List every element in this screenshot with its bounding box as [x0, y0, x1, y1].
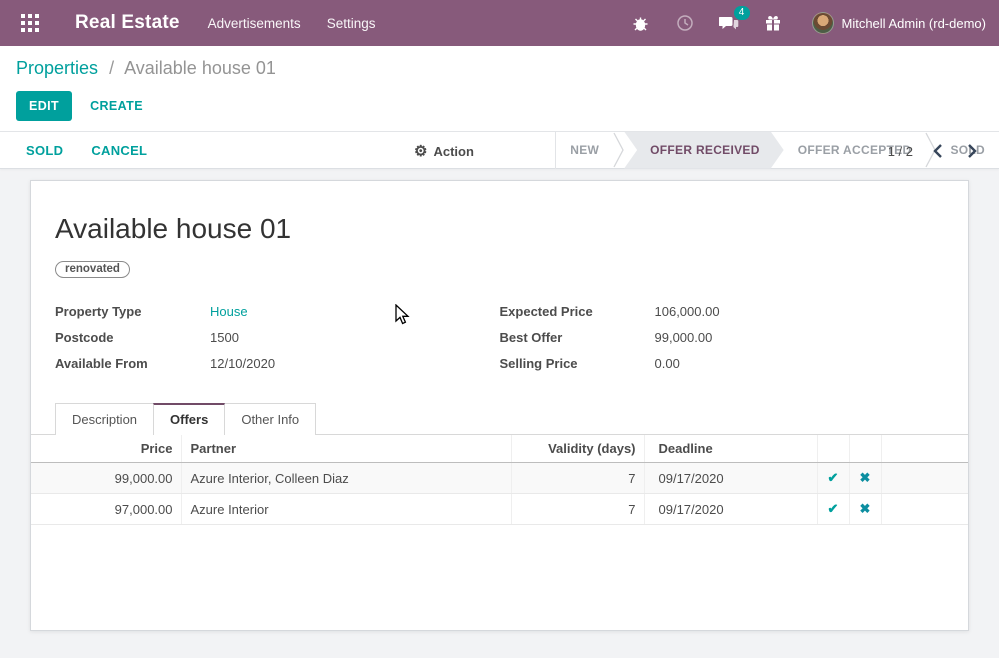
offer-deadline: 09/17/2020	[644, 463, 817, 494]
offer-deadline: 09/17/2020	[644, 494, 817, 525]
field-best-offer: Best Offer 99,000.00	[500, 330, 945, 345]
refuse-offer-icon[interactable]: ✖	[849, 463, 881, 494]
offer-validity: 7	[511, 463, 644, 494]
messages-count-badge: 4	[734, 6, 750, 20]
notebook-tabs: Description Offers Other Info	[31, 402, 968, 435]
field-label: Available From	[55, 356, 210, 371]
sold-button[interactable]: SOLD	[16, 137, 73, 164]
stage-offer-received[interactable]: OFFER RECEIVED	[624, 132, 784, 169]
breadcrumb-current: Available house 01	[124, 58, 276, 78]
offers-table: Price Partner Validity (days) Deadline 9…	[31, 435, 968, 525]
offer-partner: Azure Interior, Colleen Diaz	[181, 463, 511, 494]
offer-price: 99,000.00	[31, 463, 181, 494]
field-property-type: Property Type House	[55, 304, 500, 319]
user-name: Mitchell Admin (rd-demo)	[842, 16, 987, 31]
gift-icon[interactable]	[762, 12, 784, 34]
accept-offer-icon[interactable]: ✔	[817, 463, 849, 494]
action-menu-button[interactable]: ⚙ Action	[414, 142, 474, 160]
offer-row[interactable]: 99,000.00 Azure Interior, Colleen Diaz 7…	[31, 463, 968, 494]
breadcrumb-separator: /	[109, 58, 114, 78]
field-label: Postcode	[55, 330, 210, 345]
field-selling-price: Selling Price 0.00	[500, 356, 945, 371]
column-deadline[interactable]: Deadline	[644, 435, 817, 463]
control-panel: Properties / Available house 01 EDIT CRE…	[0, 46, 999, 132]
column-validity[interactable]: Validity (days)	[511, 435, 644, 463]
offer-price: 97,000.00	[31, 494, 181, 525]
app-brand[interactable]: Real Estate	[75, 12, 180, 34]
user-menu[interactable]: Mitchell Admin (rd-demo)	[812, 12, 987, 34]
action-label: Action	[433, 144, 473, 159]
breadcrumb: Properties / Available house 01	[16, 58, 983, 79]
tab-offers[interactable]: Offers	[153, 403, 225, 435]
stage-new[interactable]: NEW	[556, 132, 613, 169]
field-value: 12/10/2020	[210, 356, 275, 371]
accept-offer-icon[interactable]: ✔	[817, 494, 849, 525]
apps-grid-icon[interactable]	[13, 6, 47, 40]
refuse-offer-icon[interactable]: ✖	[849, 494, 881, 525]
offers-table-header: Price Partner Validity (days) Deadline	[31, 435, 968, 463]
tab-description[interactable]: Description	[55, 403, 154, 435]
messages-icon[interactable]: 4	[718, 12, 740, 34]
breadcrumb-properties[interactable]: Properties	[16, 58, 98, 78]
property-type-link[interactable]: House	[210, 304, 248, 319]
field-value: 99,000.00	[655, 330, 713, 345]
field-postcode: Postcode 1500	[55, 330, 500, 345]
field-value: 106,000.00	[655, 304, 720, 319]
field-label: Selling Price	[500, 356, 655, 371]
pager-value[interactable]: 1 / 2	[888, 144, 913, 159]
field-label: Property Type	[55, 304, 210, 319]
pager-next-button[interactable]	[962, 142, 983, 160]
bug-icon[interactable]	[630, 12, 652, 34]
edit-button[interactable]: EDIT	[16, 91, 72, 121]
cancel-button[interactable]: CANCEL	[81, 137, 157, 164]
tab-other-info[interactable]: Other Info	[224, 403, 316, 435]
record-title: Available house 01	[55, 213, 944, 245]
statusbar: SOLD CANCEL NEW OFFER RECEIVED OFFER ACC…	[0, 132, 999, 169]
pager-previous-button[interactable]	[927, 142, 948, 160]
offer-row[interactable]: 97,000.00 Azure Interior 7 09/17/2020 ✔ …	[31, 494, 968, 525]
activities-clock-icon[interactable]	[674, 12, 696, 34]
menu-settings[interactable]: Settings	[327, 16, 376, 31]
stage-chevron-icon	[613, 132, 624, 169]
offer-validity: 7	[511, 494, 644, 525]
field-label: Expected Price	[500, 304, 655, 319]
offer-partner: Azure Interior	[181, 494, 511, 525]
top-navbar: Real Estate Advertisements Settings 4	[0, 0, 999, 46]
user-avatar	[812, 12, 834, 34]
tag-renovated: renovated	[55, 261, 130, 278]
column-price[interactable]: Price	[31, 435, 181, 463]
form-view: Available house 01 renovated Property Ty…	[0, 169, 999, 631]
form-sheet: Available house 01 renovated Property Ty…	[30, 180, 969, 631]
field-expected-price: Expected Price 106,000.00	[500, 304, 945, 319]
field-value: 0.00	[655, 356, 680, 371]
column-partner[interactable]: Partner	[181, 435, 511, 463]
field-available-from: Available From 12/10/2020	[55, 356, 500, 371]
create-button[interactable]: CREATE	[90, 99, 143, 113]
gear-icon: ⚙	[414, 142, 427, 160]
field-label: Best Offer	[500, 330, 655, 345]
field-value: 1500	[210, 330, 239, 345]
menu-advertisements[interactable]: Advertisements	[208, 16, 301, 31]
